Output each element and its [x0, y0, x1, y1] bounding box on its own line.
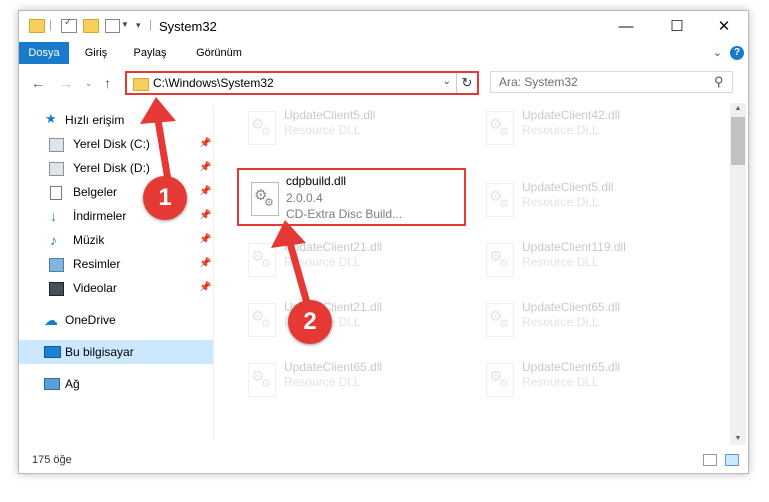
- arrow-2-shaft: [286, 239, 311, 307]
- arrow-1-head: [140, 97, 176, 124]
- arrow-1-shaft: [154, 116, 172, 184]
- arrow-2-head: [271, 220, 306, 248]
- step-1-badge: 1: [143, 176, 187, 220]
- annotation-arrows: [140, 97, 311, 307]
- step-2-badge: 2: [288, 300, 332, 344]
